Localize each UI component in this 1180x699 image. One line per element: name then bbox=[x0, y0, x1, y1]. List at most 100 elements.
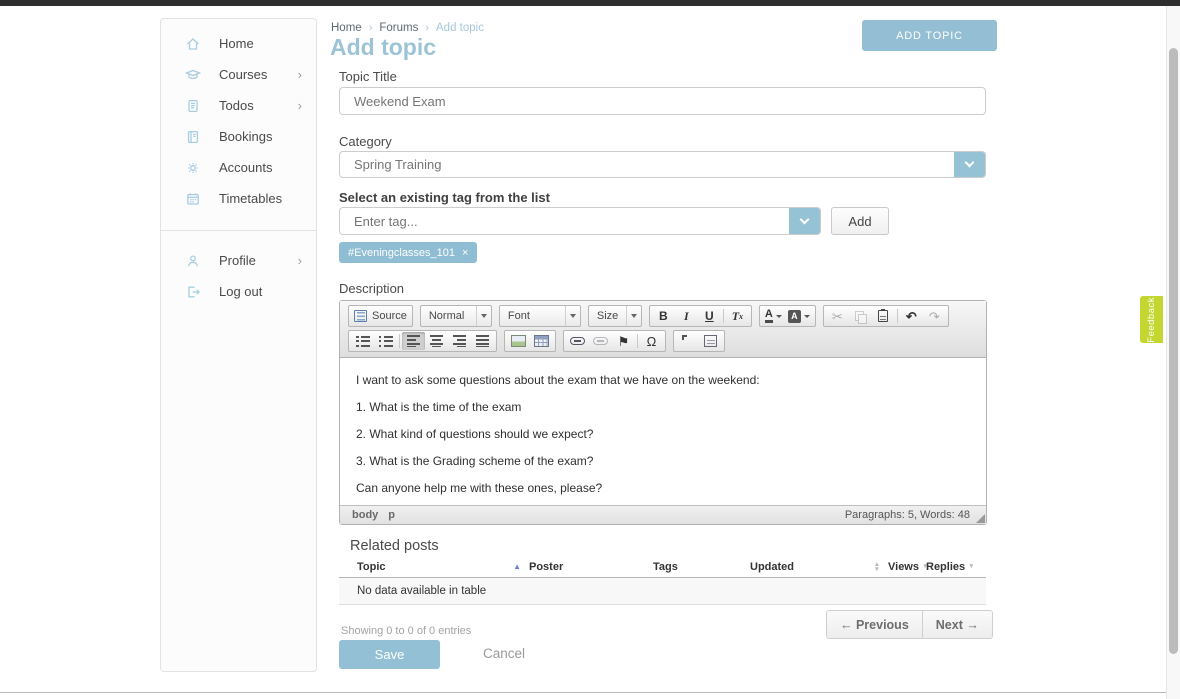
add-tag-button[interactable]: Add bbox=[831, 207, 889, 235]
align-center-button[interactable] bbox=[425, 332, 448, 350]
sidebar-item-accounts[interactable]: Accounts bbox=[161, 152, 316, 183]
show-blocks-button[interactable] bbox=[699, 332, 722, 350]
cancel-button[interactable]: Cancel bbox=[483, 646, 525, 661]
chevron-down-icon bbox=[476, 306, 491, 326]
editor-paragraph: 3. What is the Grading scheme of the exa… bbox=[356, 454, 970, 468]
scrollbar-track[interactable] bbox=[1166, 6, 1180, 699]
column-header-poster[interactable]: Poster bbox=[529, 561, 653, 573]
tag-input[interactable] bbox=[340, 208, 789, 234]
element-path-p[interactable]: p bbox=[388, 509, 395, 521]
sidebar-item-label: Home bbox=[219, 36, 302, 51]
special-char-button[interactable]: Ω bbox=[640, 332, 663, 350]
element-path-body[interactable]: body bbox=[352, 509, 378, 521]
tag-remove-icon[interactable]: × bbox=[462, 247, 468, 259]
column-header-tags[interactable]: Tags bbox=[653, 561, 750, 573]
unlink-button[interactable] bbox=[589, 332, 612, 350]
previous-button[interactable]: ← Previous bbox=[827, 611, 922, 638]
maximize-button[interactable] bbox=[676, 332, 699, 350]
image-icon bbox=[511, 335, 526, 347]
breadcrumb-forums[interactable]: Forums bbox=[379, 22, 418, 34]
paste-button[interactable] bbox=[872, 307, 895, 325]
column-header-updated[interactable]: Updated ▲▼ bbox=[750, 561, 888, 573]
copy-icon bbox=[855, 311, 866, 322]
source-icon bbox=[354, 310, 367, 322]
sidebar-item-label: Todos bbox=[219, 98, 298, 113]
background-color-icon: A bbox=[788, 310, 801, 323]
sidebar: Home Courses › Todos › Bookings Accounts… bbox=[160, 18, 317, 672]
column-header-views[interactable]: Views ▼ bbox=[888, 561, 926, 573]
justify-button[interactable] bbox=[471, 332, 494, 350]
bold-button[interactable]: B bbox=[652, 307, 675, 325]
background-color-button[interactable]: A bbox=[785, 307, 813, 325]
column-header-topic[interactable]: Topic ▲ bbox=[339, 561, 529, 573]
align-right-icon bbox=[453, 335, 466, 347]
align-center-icon bbox=[430, 335, 443, 347]
column-header-replies[interactable]: Replies ▼ bbox=[926, 561, 976, 573]
sidebar-item-timetables[interactable]: Timetables bbox=[161, 183, 316, 214]
numbered-list-button[interactable] bbox=[351, 332, 374, 350]
copy-button[interactable] bbox=[849, 307, 872, 325]
save-button[interactable]: Save bbox=[339, 640, 440, 669]
font-combo[interactable]: Font bbox=[499, 305, 581, 327]
description-label: Description bbox=[339, 281, 404, 296]
text-color-button[interactable]: A bbox=[762, 307, 785, 325]
category-dropdown-button[interactable] bbox=[954, 152, 985, 177]
redo-button[interactable]: ↷ bbox=[923, 307, 946, 325]
topic-title-input[interactable] bbox=[339, 87, 986, 115]
table-icon bbox=[534, 335, 549, 347]
editor-content[interactable]: I want to ask some questions about the e… bbox=[340, 358, 986, 505]
italic-button[interactable]: I bbox=[675, 307, 698, 325]
insert-table-button[interactable] bbox=[530, 332, 553, 350]
scrollbar-thumb[interactable] bbox=[1169, 48, 1178, 654]
chevron-down-icon bbox=[800, 214, 810, 224]
editor-resize-handle[interactable] bbox=[976, 514, 985, 523]
undo-button[interactable]: ↶ bbox=[900, 307, 923, 325]
link-icon bbox=[570, 337, 585, 345]
feedback-label: Feedback bbox=[1146, 297, 1157, 343]
remove-format-button[interactable]: Tx bbox=[726, 307, 749, 325]
breadcrumb-home[interactable]: Home bbox=[331, 22, 362, 34]
graduation-cap-icon bbox=[185, 67, 201, 83]
bullet-list-icon bbox=[379, 336, 393, 347]
underline-button[interactable]: U bbox=[698, 307, 721, 325]
sidebar-item-bookings[interactable]: Bookings bbox=[161, 121, 316, 152]
insert-image-button[interactable] bbox=[507, 332, 530, 350]
sidebar-divider bbox=[161, 230, 316, 231]
sidebar-item-profile[interactable]: Profile › bbox=[161, 245, 316, 276]
cut-button[interactable]: ✂ bbox=[826, 307, 849, 325]
editor-status-bar: body p Paragraphs: 5, Words: 48 bbox=[340, 505, 986, 524]
editor-paragraph: I want to ask some questions about the e… bbox=[356, 373, 970, 387]
chevron-down-icon bbox=[626, 306, 641, 326]
breadcrumb: Home›Forums›Add topic bbox=[331, 22, 484, 34]
sidebar-item-todos[interactable]: Todos › bbox=[161, 90, 316, 121]
tag-chip-label: #Eveningclasses_101 bbox=[348, 247, 455, 259]
align-right-button[interactable] bbox=[448, 332, 471, 350]
tag-dropdown-button[interactable] bbox=[789, 208, 820, 234]
description-editor: Source Normal Font Size B I bbox=[339, 300, 987, 525]
bullet-list-button[interactable] bbox=[374, 332, 397, 350]
sidebar-item-label: Timetables bbox=[219, 191, 302, 206]
sidebar-item-logout[interactable]: Log out bbox=[161, 276, 316, 307]
unlink-icon bbox=[593, 337, 608, 345]
empty-table-message: No data available in table bbox=[339, 578, 986, 605]
sidebar-item-label: Profile bbox=[219, 253, 298, 268]
link-button[interactable] bbox=[566, 332, 589, 350]
sidebar-item-home[interactable]: Home bbox=[161, 28, 316, 59]
word-count: Paragraphs: 5, Words: 48 bbox=[845, 509, 970, 521]
paragraph-format-combo[interactable]: Normal bbox=[420, 305, 492, 327]
align-left-button[interactable] bbox=[402, 332, 425, 350]
category-select[interactable]: Spring Training bbox=[339, 151, 986, 178]
feedback-tab[interactable]: Feedback bbox=[1140, 296, 1163, 343]
anchor-button[interactable]: ⚑ bbox=[612, 332, 635, 350]
add-topic-button[interactable]: ADD TOPIC bbox=[862, 20, 997, 51]
sort-icon: ▼ bbox=[968, 564, 974, 569]
size-combo[interactable]: Size bbox=[588, 305, 642, 327]
paste-icon bbox=[878, 310, 888, 322]
page: Home Courses › Todos › Bookings Accounts… bbox=[0, 0, 1180, 699]
sidebar-item-courses[interactable]: Courses › bbox=[161, 59, 316, 90]
category-label: Category bbox=[339, 134, 392, 149]
tag-chip[interactable]: #Eveningclasses_101 × bbox=[339, 242, 477, 263]
table-info: Showing 0 to 0 of 0 entries bbox=[341, 625, 471, 637]
source-button[interactable]: Source bbox=[351, 307, 410, 325]
next-button[interactable]: Next → bbox=[922, 611, 992, 638]
